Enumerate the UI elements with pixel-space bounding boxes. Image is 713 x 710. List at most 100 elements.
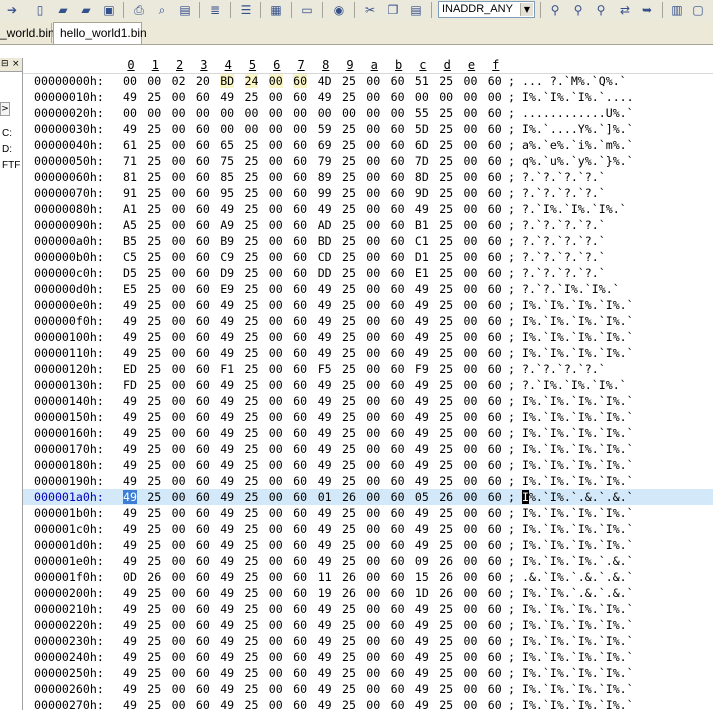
tab-world-bin[interactable]: _world.bin	[0, 23, 55, 43]
ascii-text[interactable]: ; I%.`I%.`I%.`I%.`	[508, 410, 634, 424]
hex-byte[interactable]: 6D	[415, 138, 429, 152]
hex-byte[interactable]: 60	[391, 362, 405, 376]
hex-byte[interactable]: 49	[415, 634, 429, 648]
hex-byte[interactable]: 49	[123, 650, 137, 664]
hex-byte[interactable]: 60	[391, 442, 405, 456]
ascii-text[interactable]: ; I%.`I%.`I%.`I%.`	[508, 474, 634, 488]
hex-byte[interactable]: 00	[464, 106, 478, 120]
hex-byte[interactable]: 25	[147, 218, 161, 232]
hex-byte[interactable]: 60	[196, 154, 210, 168]
hex-byte[interactable]: D1	[415, 250, 429, 264]
hex-byte[interactable]: 00	[464, 570, 478, 584]
hex-byte[interactable]: 25	[245, 618, 259, 632]
hex-byte[interactable]: 25	[342, 634, 356, 648]
hex-byte[interactable]: 49	[220, 554, 234, 568]
hex-byte[interactable]: 25	[342, 410, 356, 424]
hex-byte[interactable]: 60	[293, 506, 307, 520]
hex-byte[interactable]: 60	[196, 250, 210, 264]
ascii-text[interactable]: ; I%.`I%.`I%.`I%.`	[508, 650, 634, 664]
hex-byte[interactable]: D5	[123, 266, 137, 280]
hex-byte[interactable]: 00	[366, 298, 380, 312]
hex-byte[interactable]: 60	[391, 634, 405, 648]
hex-byte[interactable]: 26	[439, 586, 453, 600]
hex-byte[interactable]: 00	[269, 490, 283, 504]
hex-byte[interactable]: 49	[220, 346, 234, 360]
hex-byte[interactable]: 49	[220, 666, 234, 680]
hex-byte[interactable]: 60	[293, 618, 307, 632]
hex-byte[interactable]: 25	[147, 138, 161, 152]
hex-byte[interactable]: 49	[123, 442, 137, 456]
hex-byte[interactable]: 60	[391, 170, 405, 184]
hex-byte[interactable]: 60	[293, 410, 307, 424]
hex-byte[interactable]: C1	[415, 234, 429, 248]
hex-byte[interactable]: 25	[439, 618, 453, 632]
hex-byte[interactable]: 49	[415, 314, 429, 328]
hex-byte[interactable]: 60	[488, 650, 502, 664]
document-icon[interactable]: ▭	[299, 2, 315, 18]
properties-icon[interactable]: ≣	[207, 2, 223, 18]
hex-row[interactable]: 000000b0h: C5 25 00 60 C9 25 00 60 CD 25 00 60 D1 25 00…	[23, 249, 713, 265]
hex-byte[interactable]: 25	[342, 282, 356, 296]
paste-icon[interactable]: ▤	[408, 2, 424, 18]
hex-byte[interactable]: 25	[245, 442, 259, 456]
hex-byte[interactable]: 25	[147, 522, 161, 536]
hex-byte[interactable]: 00	[415, 90, 429, 104]
hex-byte[interactable]: 60	[488, 394, 502, 408]
hex-byte[interactable]: 60	[391, 234, 405, 248]
cut-icon[interactable]: ✂	[362, 2, 378, 18]
hex-byte[interactable]: 60	[391, 474, 405, 488]
hex-byte[interactable]: 00	[268, 74, 283, 88]
hex-byte[interactable]: 25	[439, 506, 453, 520]
hex-byte[interactable]: 00	[366, 490, 380, 504]
hex-byte[interactable]: 00	[464, 362, 478, 376]
hex-byte[interactable]: 60	[488, 362, 502, 376]
close-panel-icon[interactable]: ×	[12, 59, 20, 69]
hex-byte[interactable]: 49	[123, 314, 137, 328]
hex-byte[interactable]: 60	[293, 282, 307, 296]
hex-byte[interactable]: 00	[464, 506, 478, 520]
hex-byte[interactable]: 00	[269, 634, 283, 648]
ascii-text[interactable]: ; I%.`I%.`I%.`I%.`	[508, 346, 634, 360]
hex-byte[interactable]: 1D	[415, 586, 429, 600]
hex-byte[interactable]: 00	[464, 394, 478, 408]
hex-byte[interactable]: 25	[147, 554, 161, 568]
hex-byte[interactable]: 25	[342, 266, 356, 280]
hex-byte[interactable]: 00	[172, 234, 186, 248]
hex-byte[interactable]: 00	[269, 586, 283, 600]
hex-byte[interactable]: 60	[293, 666, 307, 680]
hex-byte[interactable]: 60	[196, 602, 210, 616]
hex-byte[interactable]: 25	[439, 682, 453, 696]
hex-byte[interactable]: 00	[269, 458, 283, 472]
hex-byte[interactable]: 60	[488, 634, 502, 648]
hex-byte[interactable]: 49	[220, 634, 234, 648]
hex-byte[interactable]: 00	[269, 202, 283, 216]
hex-byte[interactable]: 60	[293, 538, 307, 552]
hex-byte[interactable]: 49	[318, 202, 332, 216]
hex-byte[interactable]: 25	[439, 314, 453, 328]
hex-byte[interactable]: 49	[318, 506, 332, 520]
replace-icon[interactable]: ⇄	[617, 2, 633, 18]
hex-byte[interactable]: 49	[220, 522, 234, 536]
hex-byte[interactable]: 60	[293, 250, 307, 264]
hex-byte[interactable]: BD	[318, 234, 332, 248]
hex-byte[interactable]: 25	[342, 442, 356, 456]
hex-byte[interactable]: 00	[172, 554, 186, 568]
hex-byte[interactable]: 00	[366, 378, 380, 392]
hex-byte[interactable]: 49	[220, 426, 234, 440]
hex-byte[interactable]: 49	[415, 458, 429, 472]
hex-byte[interactable]: 00	[269, 554, 283, 568]
hex-byte[interactable]: 49	[123, 346, 137, 360]
ascii-text[interactable]: ; ............U%.`	[508, 106, 634, 120]
hex-byte[interactable]: 49	[123, 666, 137, 680]
hex-byte[interactable]: 49	[318, 426, 332, 440]
hex-byte[interactable]: 25	[439, 474, 453, 488]
hex-byte[interactable]: 26	[342, 570, 356, 584]
hex-byte[interactable]: 60	[391, 650, 405, 664]
hex-byte[interactable]: 49	[318, 314, 332, 328]
hex-byte[interactable]: DD	[318, 266, 332, 280]
hex-byte[interactable]: B9	[220, 234, 234, 248]
print-preview-icon[interactable]: ⌕	[154, 2, 170, 18]
hex-row[interactable]: 000000c0h: D5 25 00 60 D9 25 00 60 DD 25 00 60 E1 25 00…	[23, 265, 713, 281]
hex-byte[interactable]: 60	[391, 554, 405, 568]
hex-row[interactable]: 000000f0h: 49 25 00 60 49 25 00 60 49 25 00 60 49 25 00…	[23, 313, 713, 329]
